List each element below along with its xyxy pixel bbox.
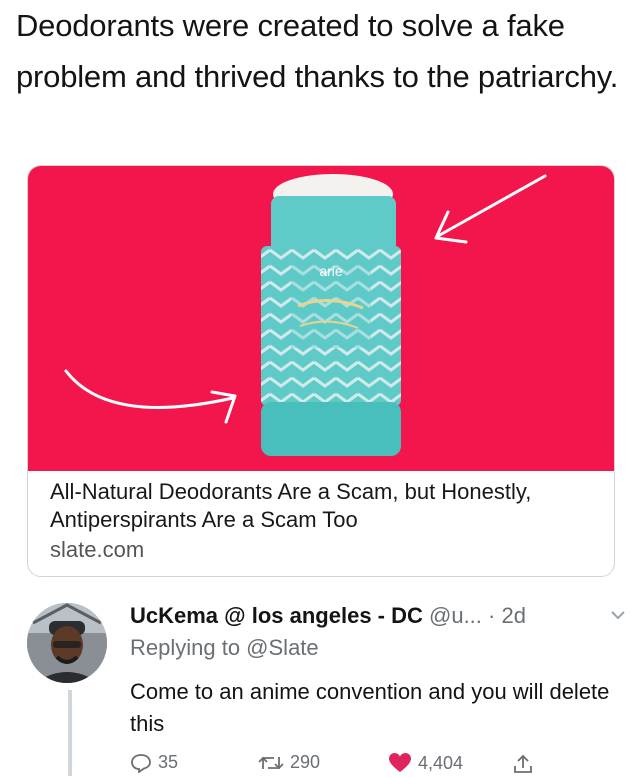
card-image-deodorant[interactable]: arie [28, 166, 614, 471]
product-brand-text: arie [319, 263, 343, 279]
avatar[interactable] [27, 603, 107, 683]
tweet-header: UcKema @ los angeles - DC @u... · 2d [130, 600, 630, 632]
curved-arrow-icon [64, 369, 237, 424]
card-title[interactable]: All-Natural Deodorants Are a Scam, but H… [50, 478, 600, 534]
link-preview-card[interactable]: arie All-Natural Deodorants Are a Scam, … [27, 165, 615, 577]
author-name[interactable]: UcKema @ los angeles - DC [130, 603, 423, 628]
arrow-pointer-icon [434, 174, 547, 244]
retweet-count: 290 [290, 752, 321, 772]
heart-icon [389, 753, 411, 772]
author-handle[interactable]: @u... [429, 603, 482, 628]
like-action[interactable]: 4,404 [388, 752, 463, 774]
chevron-down-icon[interactable] [610, 600, 626, 642]
share-icon [514, 754, 532, 773]
reply-icon [131, 753, 151, 773]
thread-line [68, 690, 72, 776]
post-caption: Deodorants were created to solve a fake … [16, 8, 619, 94]
reply-action[interactable]: 35 [130, 752, 178, 773]
tweet-text: Come to an anime convention and you will… [130, 679, 610, 736]
replying-to[interactable]: Replying to @Slate [130, 633, 319, 663]
tweet-actions: 35 290 4,404 [130, 752, 630, 778]
retweet-action[interactable]: 290 [258, 752, 320, 773]
reply-count: 35 [158, 752, 179, 772]
share-action[interactable] [512, 752, 534, 774]
like-count: 4,404 [418, 752, 464, 773]
retweet-icon [258, 756, 284, 769]
card-domain[interactable]: slate.com [50, 534, 600, 566]
card-meta: All-Natural Deodorants Are a Scam, but H… [50, 478, 600, 566]
product-label: arie [291, 262, 371, 348]
tweet-time[interactable]: · 2d [488, 603, 526, 628]
